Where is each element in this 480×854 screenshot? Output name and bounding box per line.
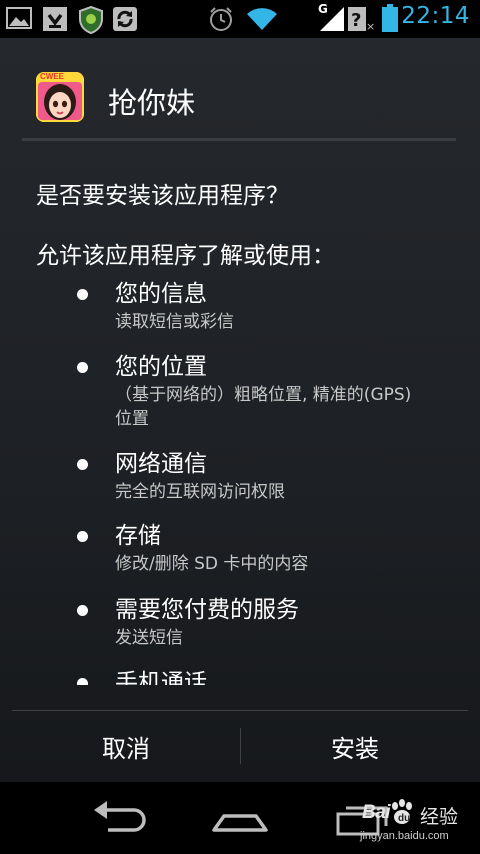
permission-title: 需要您付费的服务 [115,597,299,623]
app-name: 抢你妹 [108,86,196,120]
back-icon[interactable] [90,798,150,842]
permission-description: 完全的互联网访问权限 [115,482,285,502]
permissions-list[interactable]: 您的信息 读取短信或彩信 您的位置 （基于网络的）粗略位置, 精准的(GPS)位… [0,270,480,685]
app-icon-badge: CWEE [40,72,64,81]
bullet-icon [77,459,88,470]
permission-description: 发送短信 [115,628,183,648]
watermark-url: jingyan.baidu.com [360,830,449,842]
alarm-icon [208,6,234,36]
svg-text:?: ? [351,10,361,31]
permission-title: 手机通话 [115,670,207,685]
wifi-icon [246,6,278,36]
no-sim-icon: ? × [346,6,375,36]
bullet-icon [77,362,88,373]
bullet-icon [77,605,88,616]
status-bar: G ? × 22:14 [0,0,480,38]
cancel-button[interactable]: 取消 [12,711,240,782]
app-icon: CWEE [36,72,84,122]
bullet-icon [77,678,88,685]
permission-description: 读取短信或彩信 [115,312,234,332]
install-dialog: CWEE 抢你妹 是否要安装该应用程序？ 允许该应用程序了解或使用： 您的信息 … [0,38,480,782]
header-divider [22,138,456,141]
permission-title: 您的位置 [115,354,207,380]
clock: 22:14 [401,3,470,29]
app-header: CWEE 抢你妹 [0,38,480,142]
sync-icon [112,6,138,36]
svg-text:×: × [366,20,374,32]
watermark-brand-text: 经验 [420,806,459,828]
permissions-intro: 允许该应用程序了解或使用： [36,243,335,269]
install-button[interactable]: 安装 [241,711,469,782]
shield-icon [78,5,104,38]
permission-description: 修改/删除 SD 卡中的内容 [115,554,309,574]
battery-icon [382,4,398,36]
permission-title: 存储 [115,523,161,549]
baidu-watermark: Bai du 经验 jingyan.baidu.com [356,798,480,850]
install-question: 是否要安装该应用程序？ [36,183,289,209]
permission-title: 网络通信 [115,451,207,477]
download-icon [42,6,68,36]
permission-title: 您的信息 [115,281,207,307]
permission-description: （基于网络的）粗略位置, 精准的(GPS)位置 [115,385,412,429]
bullet-icon [77,531,88,542]
paw-icon: du [388,798,416,832]
bullet-icon [77,289,88,300]
watermark-logo-text: Bai [362,802,391,823]
gallery-icon [6,6,32,34]
svg-text:du: du [398,813,410,824]
home-icon[interactable] [210,798,270,842]
